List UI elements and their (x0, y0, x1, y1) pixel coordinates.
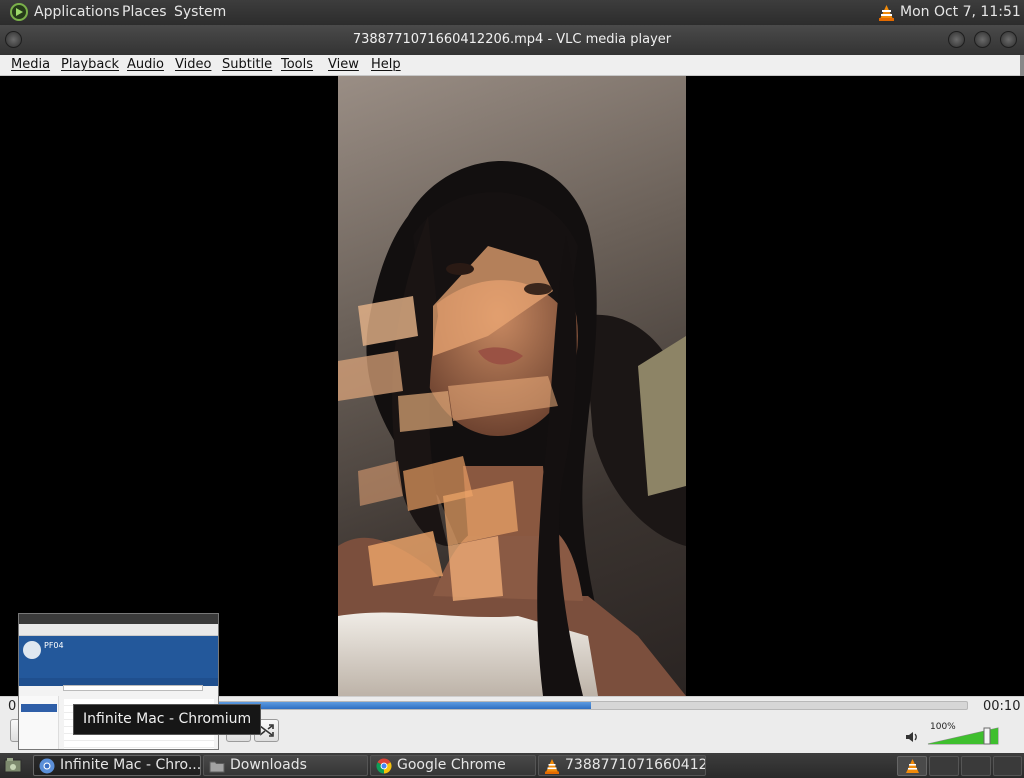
window-titlebar[interactable]: 7388771071660412206.mp4 - VLC media play… (0, 25, 1024, 55)
total-time[interactable]: 00:10 (983, 699, 1020, 714)
menu-subtitle[interactable]: Subtitle (222, 57, 272, 72)
preview-sidebar (19, 696, 59, 749)
workspace-4[interactable] (993, 756, 1022, 776)
preview-title: PF04 (44, 641, 64, 650)
menubar-edge (1020, 55, 1024, 76)
vlc-icon (545, 759, 559, 774)
video-content (338, 161, 686, 696)
show-desktop-icon[interactable] (4, 757, 22, 774)
chrome-icon (376, 758, 392, 774)
video-frame (338, 76, 686, 696)
menu-video[interactable]: Video (175, 57, 211, 72)
task-vlc[interactable]: 738877107166041​2... (538, 755, 706, 776)
volume-handle[interactable] (983, 727, 991, 745)
video-area[interactable] (0, 76, 1024, 696)
folder-icon (209, 761, 225, 773)
desktop-screen: { "top_panel": { "menus": ["Applications… (0, 0, 1024, 778)
volume-slider[interactable] (926, 725, 1000, 746)
task-label: 738877107166041​2... (565, 757, 706, 773)
menu-tools[interactable]: Tools (281, 57, 313, 72)
task-downloads[interactable]: Downloads (203, 755, 368, 776)
preview-toolbar (19, 624, 218, 636)
vlc-tray-icon[interactable] (878, 4, 895, 21)
workspace-switcher[interactable] (897, 756, 927, 776)
window-title: 7388771071660412206.mp4 - VLC media play… (352, 32, 672, 47)
menu-view[interactable]: View (328, 57, 359, 72)
close-button[interactable] (1000, 31, 1017, 48)
clock[interactable]: Mon Oct 7, 11:51 PM (900, 4, 1024, 20)
top-panel: Applications Places System Mon Oct 7, 11… (0, 0, 1024, 25)
elapsed-time: 0 (8, 699, 17, 714)
workspace-2[interactable] (929, 756, 959, 776)
preview-header: PF04 (19, 636, 218, 678)
menu-audio[interactable]: Audio (127, 57, 164, 72)
applications-menu[interactable]: Applications (34, 4, 120, 20)
preview-search (63, 685, 203, 691)
bottom-taskbar: Infinite Mac - Chro... Downloads Google … (0, 753, 1024, 778)
distro-logo-icon[interactable] (10, 3, 28, 21)
preview-titlebar (19, 614, 218, 624)
menu-media[interactable]: Media (11, 57, 50, 72)
task-infinite-mac[interactable]: Infinite Mac - Chro... (33, 755, 201, 776)
task-label: Infinite Mac - Chro... (60, 757, 201, 773)
menubar: Media Playback Audio Video Subtitle Tool… (0, 55, 1024, 76)
chromium-icon (39, 758, 55, 774)
vlc-workspace-icon (906, 759, 919, 773)
system-menu[interactable]: System (174, 4, 226, 20)
menu-help[interactable]: Help (371, 57, 401, 72)
task-google-chrome[interactable]: Google Chrome (370, 755, 536, 776)
speaker-icon[interactable] (905, 730, 919, 744)
places-menu[interactable]: Places (122, 4, 167, 20)
maximize-button[interactable] (974, 31, 991, 48)
minimize-button[interactable] (948, 31, 965, 48)
task-label: Downloads (230, 757, 307, 773)
menu-playback[interactable]: Playback (61, 57, 119, 72)
taskbar-tooltip: Infinite Mac - Chromium (73, 704, 262, 735)
workspace-3[interactable] (961, 756, 991, 776)
preview-avatar (23, 641, 41, 659)
task-label: Google Chrome (397, 757, 506, 773)
